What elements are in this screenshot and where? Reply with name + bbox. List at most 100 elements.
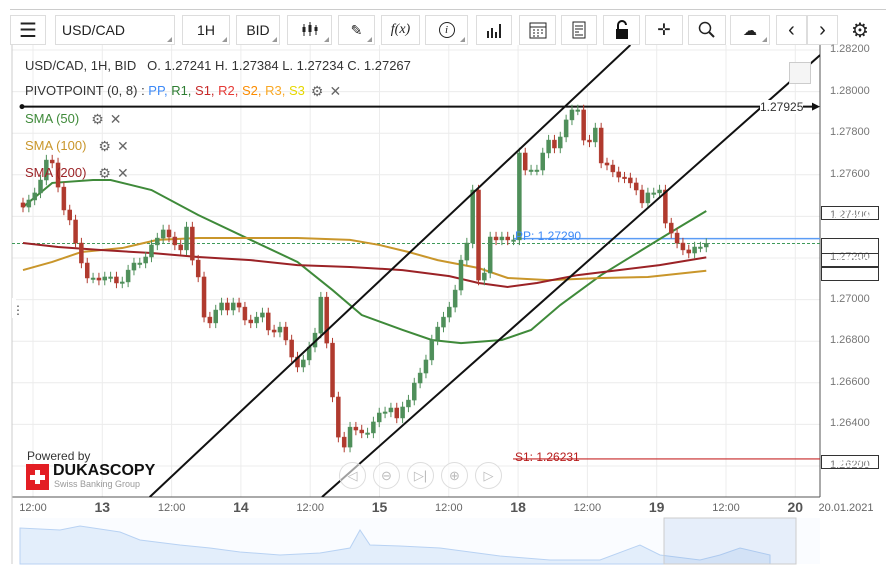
sma50-legend: SMA (50) ⚙ ✕ bbox=[25, 111, 121, 128]
candle-body bbox=[195, 259, 201, 278]
scroll-right-button[interactable]: ▷ bbox=[475, 462, 502, 489]
candle bbox=[464, 237, 470, 266]
candle-body bbox=[219, 302, 224, 311]
candle bbox=[295, 351, 300, 373]
restore-icon[interactable] bbox=[789, 62, 811, 84]
candle-body bbox=[423, 359, 429, 374]
candle-body bbox=[534, 169, 540, 172]
gear-icon[interactable]: ⚙ bbox=[98, 138, 111, 155]
price-tick: 1.27000 bbox=[830, 292, 870, 305]
candle-body bbox=[172, 236, 178, 246]
channel-lower-line bbox=[321, 54, 820, 497]
candle-body bbox=[464, 242, 470, 261]
close-icon[interactable]: ✕ bbox=[329, 83, 341, 100]
hline-label: 1.27925 bbox=[760, 100, 804, 114]
close-icon[interactable]: ✕ bbox=[117, 138, 129, 155]
sma200-label: SMA (200) bbox=[25, 165, 87, 180]
candle bbox=[73, 214, 78, 249]
candle-body bbox=[493, 236, 499, 241]
candle-body bbox=[633, 182, 639, 191]
close-icon[interactable]: ✕ bbox=[117, 165, 129, 182]
sma200-price-badge: 1.27200 bbox=[821, 253, 879, 268]
pp-label: PP: 1.27290 bbox=[515, 229, 582, 243]
candle-body bbox=[698, 246, 703, 249]
candle-body bbox=[20, 202, 26, 208]
candle bbox=[412, 377, 417, 406]
candle-body bbox=[108, 276, 113, 279]
candle-body bbox=[137, 262, 143, 265]
candle-body bbox=[365, 432, 370, 435]
candle-body bbox=[289, 339, 294, 358]
candle-body bbox=[84, 262, 90, 279]
candle bbox=[207, 311, 213, 329]
candle-body bbox=[628, 177, 633, 184]
candle-body bbox=[61, 186, 67, 211]
gear-icon[interactable]: ⚙ bbox=[311, 83, 324, 100]
candle bbox=[61, 181, 67, 216]
navigator-window[interactable] bbox=[663, 517, 797, 565]
zoom-in-button[interactable]: ⊕ bbox=[441, 462, 468, 489]
candle-body bbox=[376, 412, 382, 423]
candle-body bbox=[242, 306, 248, 321]
dukascopy-name: DUKASCOPY bbox=[53, 462, 156, 479]
candle-body bbox=[458, 259, 464, 291]
zoom-in-icon: ⊕ bbox=[449, 467, 460, 483]
candle-body bbox=[190, 226, 195, 261]
candle-body bbox=[382, 411, 388, 414]
powered-by: Powered by bbox=[27, 449, 91, 463]
zoom-out-button[interactable]: ⊖ bbox=[373, 462, 400, 489]
candle-body bbox=[616, 171, 621, 178]
time-tick: 12:00 bbox=[19, 502, 47, 514]
candle bbox=[102, 271, 108, 286]
candle-body bbox=[517, 152, 522, 241]
candle-body bbox=[359, 429, 364, 434]
time-tick: 18 bbox=[510, 499, 526, 515]
candle bbox=[230, 297, 236, 316]
candle bbox=[528, 164, 534, 176]
candle-body bbox=[476, 189, 481, 281]
sma-line-200 bbox=[22, 242, 707, 288]
candle-body bbox=[394, 407, 400, 419]
time-tick: 12:00 bbox=[712, 502, 740, 514]
candle bbox=[79, 237, 84, 269]
gear-icon[interactable]: ⚙ bbox=[91, 111, 104, 128]
candle-body bbox=[79, 242, 84, 264]
candle bbox=[190, 221, 195, 266]
candle bbox=[365, 427, 370, 439]
candle-body bbox=[225, 302, 230, 311]
sma-line-50 bbox=[22, 179, 707, 345]
candle-body bbox=[301, 359, 306, 368]
time-tick: 13 bbox=[94, 499, 111, 515]
candle-body bbox=[178, 244, 183, 251]
candle bbox=[242, 301, 248, 326]
candle bbox=[184, 221, 189, 256]
candle bbox=[225, 297, 230, 316]
candle-body bbox=[96, 277, 102, 281]
candle-body bbox=[73, 219, 78, 244]
price-tick: 1.28000 bbox=[830, 84, 870, 97]
candle-body bbox=[248, 319, 254, 324]
candle-body bbox=[125, 269, 131, 283]
candle bbox=[458, 254, 464, 296]
candle bbox=[347, 421, 353, 453]
close-icon[interactable]: ✕ bbox=[110, 111, 122, 128]
candle bbox=[271, 324, 277, 338]
pivot-item-r3: R3, bbox=[265, 83, 289, 98]
scroll-left-button[interactable]: ◁ bbox=[339, 462, 366, 489]
candle bbox=[622, 171, 627, 184]
candle bbox=[301, 354, 306, 373]
candle bbox=[587, 134, 592, 148]
candle-body bbox=[90, 277, 96, 280]
pivot-items: PP, R1, S1, R2, S2, R3, S3 bbox=[148, 83, 305, 98]
horizontal-line-arrow bbox=[812, 102, 820, 111]
candle-body bbox=[260, 312, 265, 318]
candle-body bbox=[213, 309, 218, 324]
go-to-end-button[interactable]: ▷| bbox=[407, 462, 434, 489]
time-tick: 12:00 bbox=[296, 502, 324, 514]
s1-price-badge: 1.26231 bbox=[821, 455, 879, 470]
candle-body bbox=[593, 127, 598, 143]
candle-body bbox=[32, 192, 37, 201]
gear-icon[interactable]: ⚙ bbox=[98, 165, 111, 182]
candle-body bbox=[26, 199, 32, 208]
candle bbox=[120, 276, 125, 289]
